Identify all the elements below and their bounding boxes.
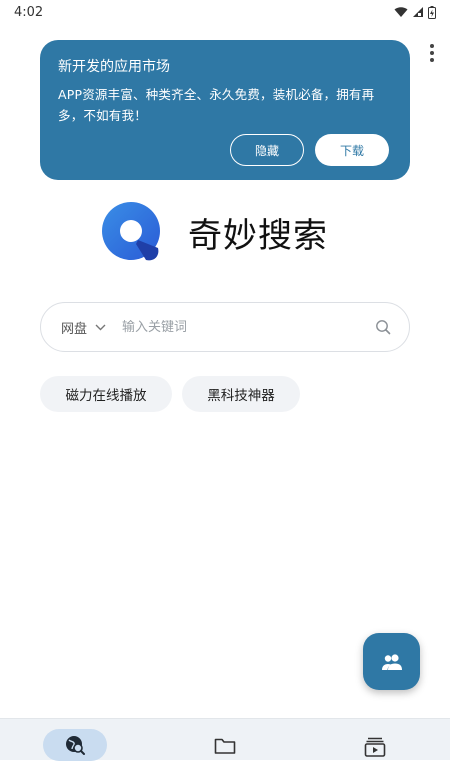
signal-icon: [413, 7, 423, 17]
nav-item-files[interactable]: [210, 729, 240, 761]
nav-active-indicator: [43, 729, 107, 761]
search-icon[interactable]: [375, 319, 391, 335]
search-input[interactable]: [122, 319, 375, 335]
video-library-icon: [364, 737, 386, 757]
people-icon: [381, 653, 402, 670]
more-vert-icon: [430, 44, 434, 48]
overflow-menu-button[interactable]: [428, 44, 436, 62]
promo-banner: 新开发的应用市场 APP资源丰富、种类齐全、永久免费，装机必备，拥有再多，不如有…: [40, 40, 410, 180]
banner-title: 新开发的应用市场: [58, 59, 170, 75]
banner-text: APP资源丰富、种类齐全、永久免费，装机必备，拥有再多，不如有我！: [58, 87, 375, 123]
app-logo-icon: [102, 202, 160, 261]
brand: 奇妙搜索: [100, 200, 328, 264]
wifi-icon: [394, 7, 408, 17]
chip-tech-tools[interactable]: 黑科技神器: [182, 376, 300, 412]
search-globe-icon: [66, 736, 85, 755]
brand-name: 奇妙搜索: [188, 215, 328, 256]
search-bar: 网盘: [40, 302, 410, 352]
status-bar: 4:02: [0, 0, 450, 24]
community-fab-button[interactable]: [363, 633, 420, 690]
nav-item-video[interactable]: [360, 729, 390, 761]
search-scope-dropdown[interactable]: 网盘: [61, 318, 106, 337]
nav-item-search[interactable]: [43, 729, 107, 761]
bottom-navigation: [0, 718, 450, 761]
download-button[interactable]: 下载: [315, 134, 389, 166]
folder-icon: [214, 738, 236, 754]
hide-button[interactable]: 隐藏: [230, 134, 304, 166]
status-icons: [394, 5, 436, 19]
search-scope-label: 网盘: [61, 321, 88, 337]
chip-magnet-play[interactable]: 磁力在线播放: [40, 376, 172, 412]
battery-icon: [428, 5, 436, 19]
status-time: 4:02: [14, 4, 44, 20]
chevron-down-icon: [95, 324, 106, 330]
